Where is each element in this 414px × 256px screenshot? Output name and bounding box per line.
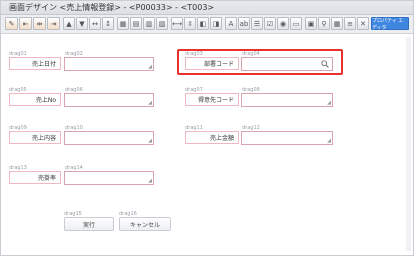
selection-highlight: [177, 49, 343, 75]
list-tool-icon[interactable]: ≡: [344, 17, 356, 30]
text-input[interactable]: ◢: [64, 57, 154, 71]
cancel-button[interactable]: キャンセル: [119, 217, 171, 231]
calendar-tool-icon[interactable]: ▦: [331, 17, 343, 30]
button-tool-icon[interactable]: ▭: [290, 17, 302, 30]
align-center-icon[interactable]: ⇹: [33, 17, 46, 30]
image-tool-icon[interactable]: ▣: [305, 17, 317, 30]
field-label[interactable]: 売上内容: [9, 131, 61, 144]
resize-icon: ◢: [148, 138, 152, 144]
resize-icon: ◢: [148, 64, 152, 70]
field-label[interactable]: 売上日付: [9, 57, 61, 70]
resize-icon: ◢: [327, 138, 331, 144]
toolbar: ✎ ⇤ ⇹ ⇥ ▲ ▼ ↔ ↕ ▦ ▤ ▥ ▧ ⟷ ⇳ ◧ ◨ A ab ☰ ☑…: [1, 15, 413, 34]
label-tool-icon[interactable]: A: [225, 17, 237, 30]
align-left-icon[interactable]: ⇤: [19, 17, 32, 30]
design-canvas[interactable]: drag01 売上日付 drag02 ◢ drag03 部署コード drag04…: [1, 34, 413, 255]
delete-icon[interactable]: ✕: [357, 17, 369, 30]
text-input[interactable]: ◢: [64, 93, 154, 107]
grid-icon[interactable]: ▦: [117, 17, 129, 30]
text-input[interactable]: ◢: [64, 131, 154, 145]
move-up-icon[interactable]: ▲: [63, 17, 75, 30]
resize-icon: ◢: [148, 100, 152, 106]
bring-front-icon[interactable]: ◧: [197, 17, 209, 30]
title-bar: 画面デザイン <売上情報登録> - <P00033> - <T003>: [1, 1, 413, 15]
rows-icon[interactable]: ▧: [156, 17, 168, 30]
combo-tool-icon[interactable]: ☰: [251, 17, 263, 30]
text-input[interactable]: ◢: [241, 131, 333, 145]
columns-icon[interactable]: ▥: [143, 17, 155, 30]
space-v-icon[interactable]: ⇳: [184, 17, 196, 30]
link-tool-icon[interactable]: ⚲: [318, 17, 330, 30]
resize-icon: ◢: [148, 178, 152, 184]
text-input[interactable]: ◢: [64, 171, 154, 185]
vertical-scrollbar[interactable]: [406, 37, 411, 251]
field-label[interactable]: 売上No: [9, 93, 61, 106]
same-width-icon[interactable]: ↔: [89, 17, 101, 30]
field-label[interactable]: 売掛率: [9, 171, 61, 184]
property-editor-button[interactable]: プロパティ エディタ: [371, 17, 409, 31]
table-icon[interactable]: ▤: [130, 17, 142, 30]
designer-window: 画面デザイン <売上情報登録> - <P00033> - <T003> ✎ ⇤ …: [0, 0, 414, 256]
align-right-icon[interactable]: ⇥: [47, 17, 60, 30]
same-height-icon[interactable]: ↕: [102, 17, 114, 30]
execute-button[interactable]: 実行: [64, 217, 114, 231]
resize-icon: ◢: [327, 100, 331, 106]
space-h-icon[interactable]: ⟷: [171, 17, 183, 30]
move-down-icon[interactable]: ▼: [76, 17, 88, 30]
field-label[interactable]: 得意先コード: [185, 93, 239, 106]
check-tool-icon[interactable]: ☑: [264, 17, 276, 30]
text-input[interactable]: ◢: [241, 93, 333, 107]
send-back-icon[interactable]: ◨: [210, 17, 222, 30]
window-title: 画面デザイン <売上情報登録> - <P00033> - <T003>: [9, 3, 215, 12]
textbox-tool-icon[interactable]: ab: [238, 17, 250, 30]
field-label[interactable]: 売上金額: [185, 131, 239, 144]
pencil-icon[interactable]: ✎: [5, 17, 18, 30]
radio-tool-icon[interactable]: ◉: [277, 17, 289, 30]
